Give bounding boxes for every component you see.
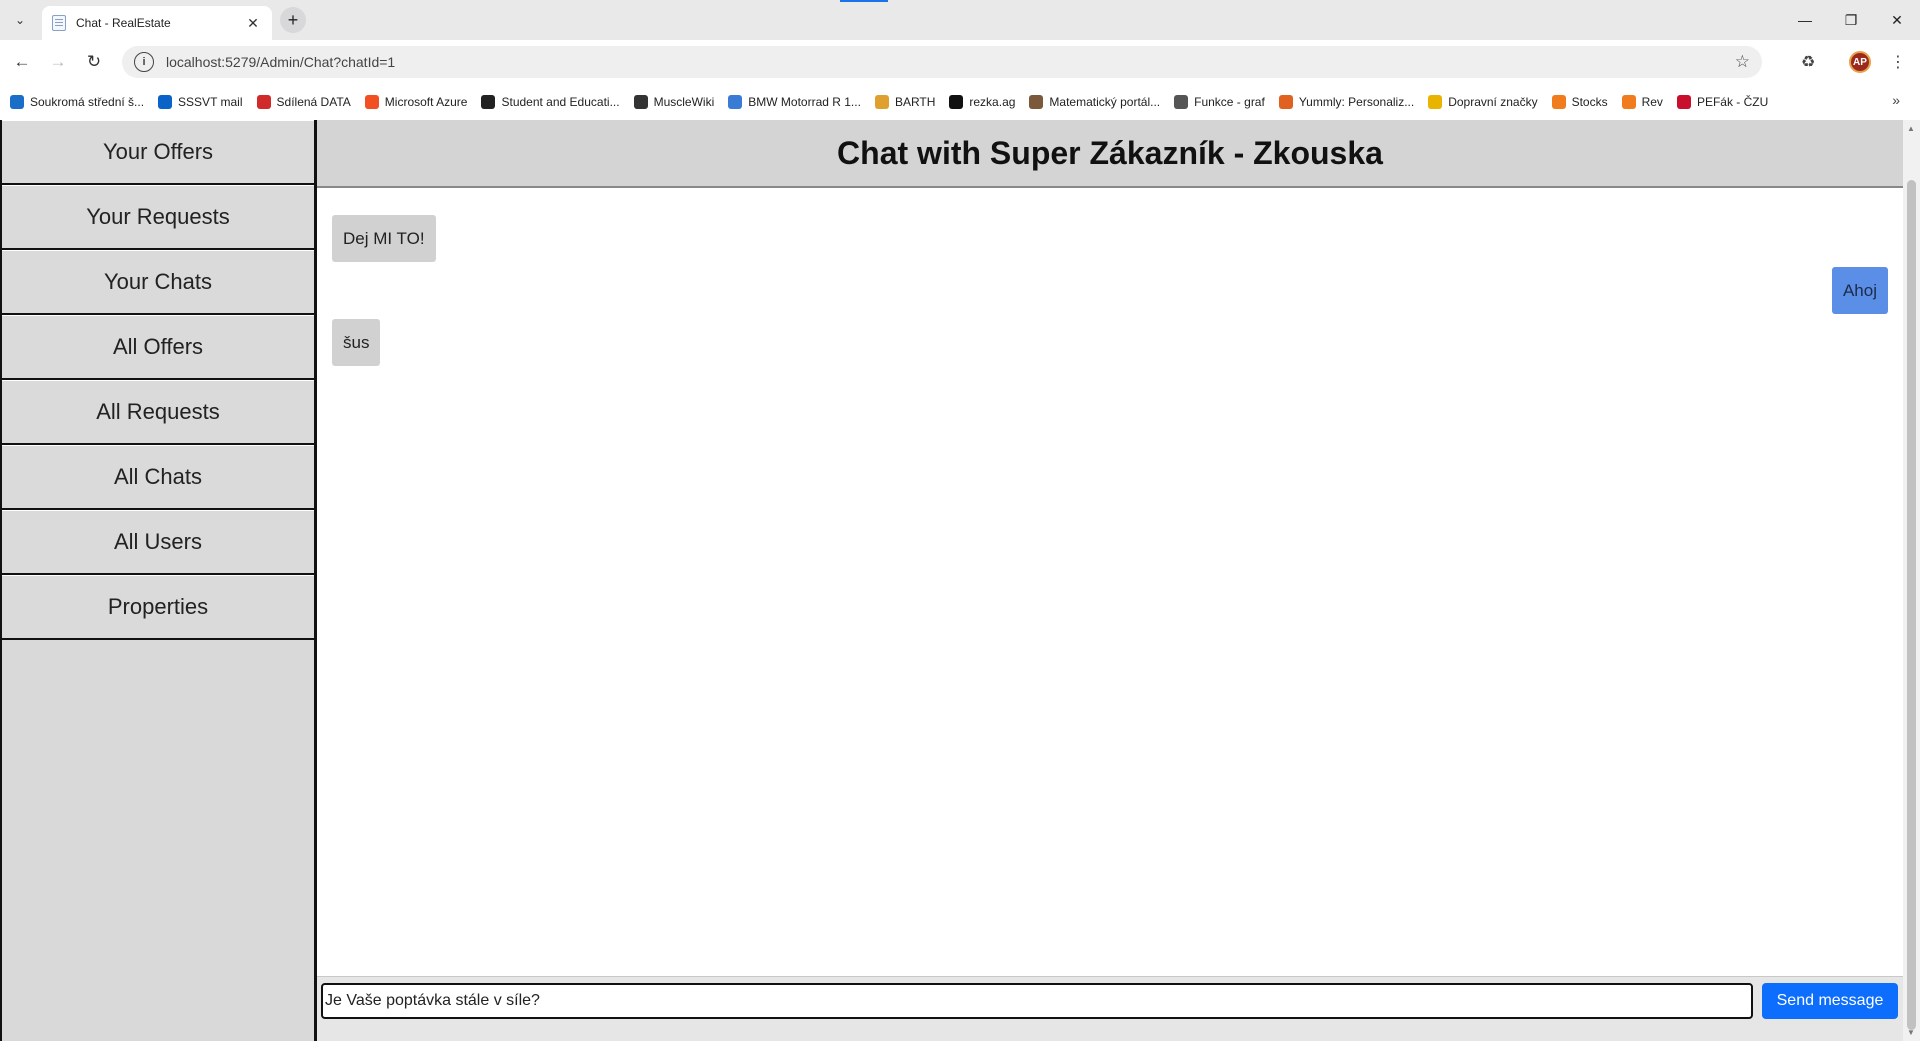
bookmark-item[interactable]: rezka.ag xyxy=(949,95,1015,109)
address-bar[interactable]: i localhost:5279/Admin/Chat?chatId=1 ☆ xyxy=(122,46,1762,78)
profile-button[interactable]: AP xyxy=(1846,48,1874,76)
data-icon xyxy=(256,95,271,109)
bookmark-item[interactable]: MuscleWiki xyxy=(633,95,715,109)
close-window-icon[interactable]: ✕ xyxy=(1874,0,1920,40)
bookmark-item[interactable]: Soukromá střední š... xyxy=(10,95,144,109)
bookmark-item[interactable]: Funkce - graf xyxy=(1174,95,1265,109)
message-list[interactable]: Dej MI TO! Ahoj šus xyxy=(317,190,1903,976)
traffic-sign-icon xyxy=(1428,95,1443,109)
sidebar-item-all-offers[interactable]: All Offers xyxy=(2,315,314,380)
bookmark-star-icon[interactable]: ☆ xyxy=(1735,52,1750,72)
avatar: AP xyxy=(1849,51,1871,73)
bookmark-item[interactable]: Student and Educati... xyxy=(481,95,620,109)
extensions-icon[interactable]: ♻ xyxy=(1794,48,1822,76)
url-text[interactable]: localhost:5279/Admin/Chat?chatId=1 xyxy=(166,54,1735,70)
sidebar-item-properties[interactable]: Properties xyxy=(2,575,314,640)
forward-icon[interactable]: → xyxy=(44,48,72,76)
math-icon xyxy=(1029,95,1044,109)
bookmark-label: PEFák - ČZU xyxy=(1696,95,1769,109)
bookmark-label: MuscleWiki xyxy=(653,95,715,109)
message-composer: Send message xyxy=(317,976,1903,1041)
tab-strip: ⌄ Chat - RealEstate ✕ + — ❐ ✕ xyxy=(0,0,1920,40)
bookmark-label: Dopravní značky xyxy=(1448,95,1538,109)
bookmark-label: Matematický portál... xyxy=(1049,95,1161,109)
more-bookmarks-icon[interactable]: » xyxy=(1892,92,1900,108)
bookmark-item[interactable]: BMW Motorrad R 1... xyxy=(728,95,861,109)
reload-icon[interactable]: ↻ xyxy=(80,48,108,76)
bookmark-icon xyxy=(10,95,24,109)
page-favicon-icon xyxy=(52,15,66,31)
bookmark-item[interactable]: Yummly: Personaliz... xyxy=(1278,95,1415,109)
window-controls: — ❐ ✕ xyxy=(1782,0,1920,40)
message-bubble-incoming: Dej MI TO! xyxy=(332,215,436,262)
send-message-button[interactable]: Send message xyxy=(1762,983,1898,1019)
scroll-up-icon[interactable]: ▲ xyxy=(1907,124,1915,133)
scroll-thumb[interactable] xyxy=(1907,180,1916,1030)
yummly-icon xyxy=(1278,95,1293,109)
bookmark-item[interactable]: SSSVT mail xyxy=(158,95,243,109)
barth-icon xyxy=(874,95,889,109)
tab-search-chevron-icon[interactable]: ⌄ xyxy=(8,8,32,32)
bookmark-item[interactable]: BARTH xyxy=(874,95,936,109)
bookmark-item[interactable]: Dopravní značky xyxy=(1428,95,1538,109)
tab-title: Chat - RealEstate xyxy=(76,16,171,30)
bookmark-label: BMW Motorrad R 1... xyxy=(748,95,861,109)
bookmark-item[interactable]: Sdílená DATA xyxy=(256,95,351,109)
bookmark-label: rezka.ag xyxy=(969,95,1016,109)
bookmark-label: Rev xyxy=(1641,95,1663,109)
close-tab-icon[interactable]: ✕ xyxy=(244,14,262,32)
sidebar-item-all-chats[interactable]: All Chats xyxy=(2,445,314,510)
bookmark-label: Student and Educati... xyxy=(501,95,620,109)
bookmark-label: SSSVT mail xyxy=(178,95,243,109)
graph-icon xyxy=(1174,95,1189,109)
bookmark-label: Funkce - graf xyxy=(1194,95,1265,109)
bookmarks-bar: Soukromá střední š... SSSVT mail Sdílená D… xyxy=(0,84,1920,120)
czu-icon xyxy=(1676,95,1691,109)
sidebar-item-your-chats[interactable]: Your Chats xyxy=(2,250,314,315)
bookmark-label: Soukromá střední š... xyxy=(30,95,145,109)
outlook-icon xyxy=(158,95,173,109)
bookmark-label: Microsoft Azure xyxy=(384,95,468,109)
musclewiki-icon xyxy=(633,95,648,109)
menu-kebab-icon[interactable]: ⋮ xyxy=(1884,48,1912,76)
bookmark-label: BARTH xyxy=(894,95,936,109)
minimize-icon[interactable]: — xyxy=(1782,0,1828,40)
tab-indicator xyxy=(840,0,888,2)
sidebar-item-all-requests[interactable]: All Requests xyxy=(2,380,314,445)
bookmark-label: Yummly: Personaliz... xyxy=(1298,95,1415,109)
chat-panel: Chat with Super Zákazník - Zkouska Dej M… xyxy=(317,120,1903,1041)
stocks-icon xyxy=(1551,95,1566,109)
microsoft-icon xyxy=(364,95,379,109)
bookmark-label: Sdílená DATA xyxy=(276,95,351,109)
bmw-icon xyxy=(728,95,743,109)
site-info-icon[interactable]: i xyxy=(134,52,154,72)
bookmark-item[interactable]: Rev xyxy=(1621,95,1663,109)
chat-header: Chat with Super Zákazník - Zkouska xyxy=(317,120,1903,188)
page: Your Offers Your Requests Your Chats All… xyxy=(0,120,1920,1041)
message-input[interactable] xyxy=(321,983,1753,1019)
hd-icon xyxy=(949,95,964,109)
browser-chrome: ⌄ Chat - RealEstate ✕ + — ❐ ✕ ← → ↻ i lo… xyxy=(0,0,1920,120)
message-bubble-incoming: šus xyxy=(332,319,381,366)
new-tab-button[interactable]: + xyxy=(280,7,306,33)
browser-toolbar: ← → ↻ i localhost:5279/Admin/Chat?chatId… xyxy=(0,40,1920,84)
bookmark-item[interactable]: Microsoft Azure xyxy=(364,95,468,109)
bookmark-item[interactable]: Matematický portál... xyxy=(1029,95,1160,109)
page-title: Chat with Super Zákazník - Zkouska xyxy=(837,134,1383,171)
bookmark-label: Stocks xyxy=(1571,95,1608,109)
education-icon xyxy=(481,95,496,109)
sidebar-item-your-requests[interactable]: Your Requests xyxy=(2,185,314,250)
restore-icon[interactable]: ❐ xyxy=(1828,0,1874,40)
sidebar: Your Offers Your Requests Your Chats All… xyxy=(0,120,317,1041)
sidebar-item-your-offers[interactable]: Your Offers xyxy=(2,120,314,185)
bookmark-item[interactable]: PEFák - ČZU xyxy=(1676,95,1769,109)
browser-tab[interactable]: Chat - RealEstate ✕ xyxy=(42,6,272,40)
page-scrollbar[interactable]: ▲ ▼ xyxy=(1903,120,1920,1041)
rev-icon xyxy=(1621,95,1636,109)
message-bubble-outgoing: Ahoj xyxy=(1831,267,1888,314)
scroll-down-icon[interactable]: ▼ xyxy=(1907,1028,1915,1037)
back-icon[interactable]: ← xyxy=(8,48,36,76)
bookmark-item[interactable]: Stocks xyxy=(1551,95,1608,109)
sidebar-item-all-users[interactable]: All Users xyxy=(2,510,314,575)
